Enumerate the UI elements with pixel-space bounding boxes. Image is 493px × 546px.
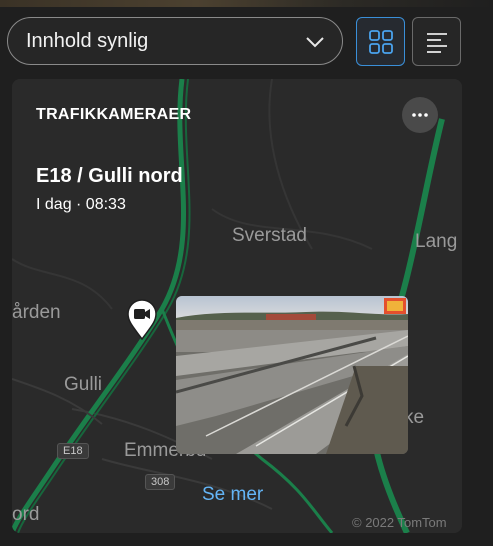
list-view-button[interactable] — [412, 17, 461, 66]
camera-name: E18 / Gulli nord — [36, 165, 183, 187]
camera-snapshot-image[interactable] — [176, 296, 408, 454]
grid-view-button[interactable] — [356, 17, 405, 66]
more-dots-icon — [412, 113, 428, 117]
card-title: TRAFIKKAMERAER — [36, 106, 192, 123]
camera-marker-icon[interactable] — [126, 298, 158, 340]
map-copyright: © 2022 TomTom — [352, 515, 447, 530]
map-label-lang: Lang — [415, 231, 458, 252]
grid-icon — [368, 29, 393, 54]
see-more-link[interactable]: Se mer — [202, 484, 263, 506]
dropdown-label: Innhold synlig — [26, 29, 149, 52]
camera-timestamp: I dag · 08:33 — [36, 196, 126, 213]
content-visibility-dropdown[interactable]: Innhold synlig — [7, 17, 343, 65]
map-label-ord: ord — [12, 504, 40, 525]
chevron-down-icon — [306, 37, 324, 48]
top-edge-strip — [0, 0, 493, 7]
traffic-camera-card: Sverstad Lang ården Gulli Emmerbu ke ord… — [12, 79, 462, 533]
map-label-arden: ården — [12, 302, 61, 323]
map-label-gulli: Gulli — [64, 374, 103, 395]
road-shield-308: 308 — [145, 474, 176, 490]
map-label-sverstad: Sverstad — [232, 225, 307, 246]
list-icon — [426, 32, 447, 53]
more-options-button[interactable] — [402, 97, 438, 133]
road-shield-e18: E18 — [57, 443, 89, 459]
